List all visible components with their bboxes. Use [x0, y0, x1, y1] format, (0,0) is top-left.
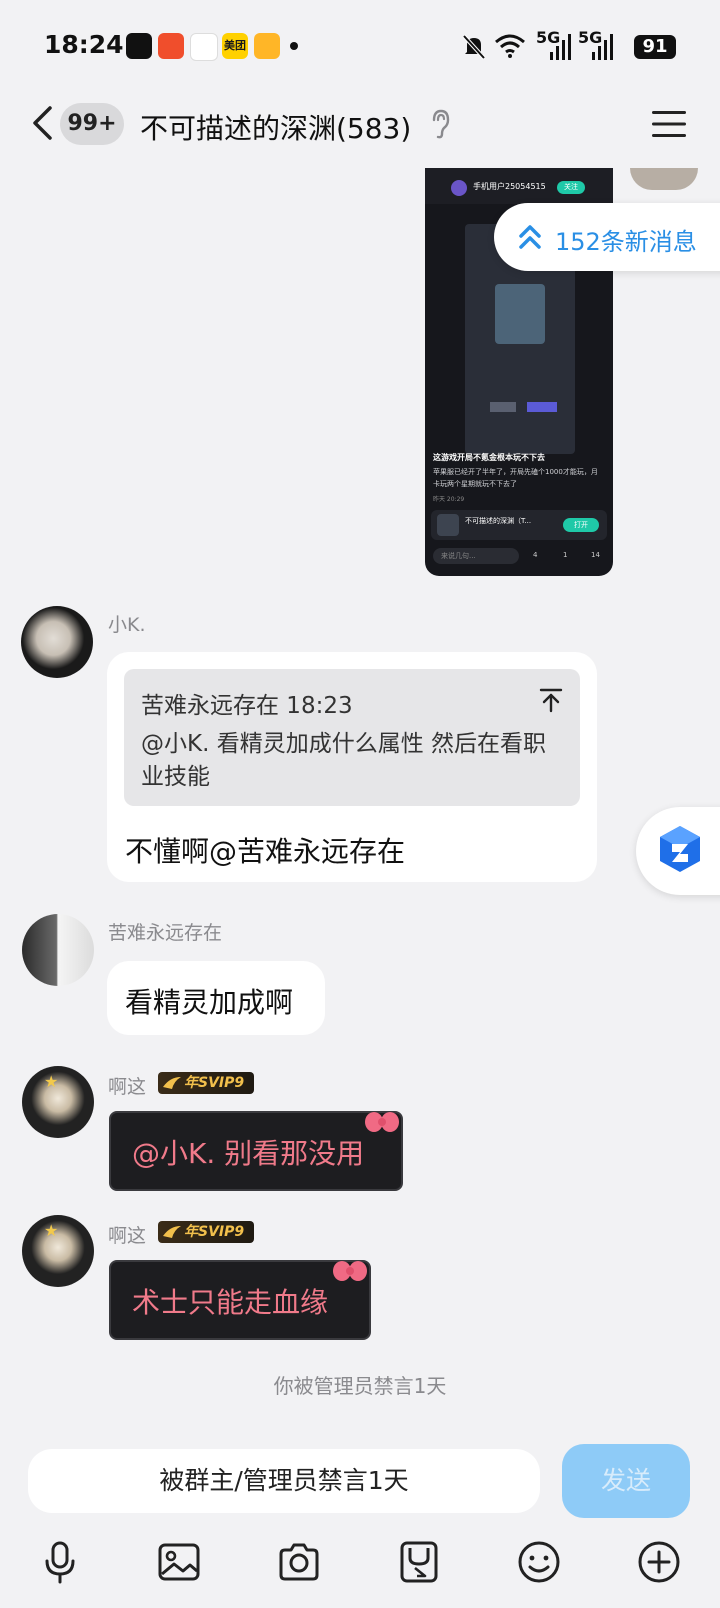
unread-badge[interactable]: 99+: [60, 103, 124, 145]
status-time: 18:24: [44, 30, 124, 59]
shot-user: 手机用户25054515: [473, 182, 546, 191]
shot-stars: 1: [563, 551, 568, 559]
avatar[interactable]: [22, 914, 94, 986]
shot-follow: 关注: [557, 181, 585, 194]
status-bar: 18:24 美团 5G 5G 91: [0, 0, 720, 92]
group-title[interactable]: 不可描述的深渊(583): [140, 107, 411, 147]
meituan-app-icon: 美团: [222, 33, 248, 59]
star-decoration-icon: ★: [44, 1072, 59, 1091]
shot-game-button: [490, 402, 516, 412]
cube-app-icon: [660, 826, 700, 872]
jump-to-top-icon[interactable]: [538, 687, 564, 713]
menu-icon[interactable]: [652, 110, 686, 138]
message-input[interactable]: 被群主/管理员禁言1天: [28, 1449, 540, 1513]
quote-author-time: 苦难永远存在 18:23: [141, 693, 353, 719]
shot-user-avatar: [451, 180, 467, 196]
system-notice: 你被管理员禁言1天: [273, 1374, 447, 1398]
battery-level: 91: [634, 35, 676, 59]
wifi-icon: [495, 34, 525, 58]
more-notifications-dot: [290, 42, 298, 50]
message-text: 不懂啊@苦难永远存在: [125, 835, 406, 868]
voice-icon[interactable]: [38, 1540, 82, 1584]
bow-icon: [333, 1261, 367, 1281]
wing-icon: [163, 1077, 181, 1089]
signal-icon-1: [550, 34, 571, 60]
image-icon[interactable]: [157, 1540, 201, 1584]
message-text: 术士只能走血缘: [132, 1286, 329, 1319]
shot-game-item: [495, 284, 545, 344]
shot-game-card: 不可描述的深渊（T... 打开: [431, 510, 607, 540]
ear-icon[interactable]: [430, 108, 452, 140]
mute-bell-icon: [462, 34, 486, 60]
message-text: 看精灵加成啊: [125, 986, 294, 1019]
sender-name: 苦难永远存在: [108, 922, 223, 944]
shot-comment-box: 来说几句...: [433, 548, 519, 564]
shot-post-title: 这游戏开局不氪金根本玩不下去: [433, 453, 545, 462]
plus-icon[interactable]: [637, 1540, 681, 1584]
send-button[interactable]: 发送: [562, 1444, 690, 1518]
shot-game-name: 不可描述的深渊（T...: [465, 517, 532, 525]
shot-likes: 4: [533, 551, 538, 559]
bow-icon: [365, 1112, 399, 1132]
tiktok-app-icon: [126, 33, 152, 59]
video-app-icon: [158, 33, 184, 59]
signal-icon-2: [592, 34, 613, 60]
camera-icon[interactable]: [277, 1540, 321, 1584]
sender-name: 啊这: [108, 1076, 147, 1098]
double-chevron-up-icon: [519, 225, 541, 249]
quote-text: @小K. 看精灵加成什么属性 然后在看职业技能: [141, 731, 547, 790]
docs-app-icon: [190, 33, 218, 61]
shot-game-icon: [437, 514, 459, 536]
shot-post-body: 苹果服已经开了半年了，开局先磕个1000才能玩，月卡玩两个星期就玩不下去了: [433, 468, 598, 488]
back-arrow-icon[interactable]: [30, 105, 56, 141]
sticker-icon[interactable]: [397, 1540, 441, 1584]
media-app-icon: [254, 33, 280, 59]
shot-comments: 14: [591, 551, 600, 559]
wing-icon: [163, 1226, 181, 1238]
shot-post-time: 昨天 20:29: [433, 496, 465, 503]
new-messages-text[interactable]: 152条新消息: [555, 222, 697, 257]
shot-header: 手机用户25054515 关注: [425, 168, 613, 204]
star-decoration-icon: ★: [44, 1221, 59, 1240]
avatar[interactable]: [630, 168, 698, 190]
shot-open-button: 打开: [563, 518, 599, 532]
emoji-icon[interactable]: [517, 1540, 561, 1584]
sender-name: 啊这: [108, 1225, 147, 1247]
shot-game-button: [527, 402, 557, 412]
message-text: @小K. 别看那没用: [132, 1137, 365, 1170]
sender-name: 小K.: [108, 614, 146, 636]
avatar[interactable]: [21, 606, 93, 678]
